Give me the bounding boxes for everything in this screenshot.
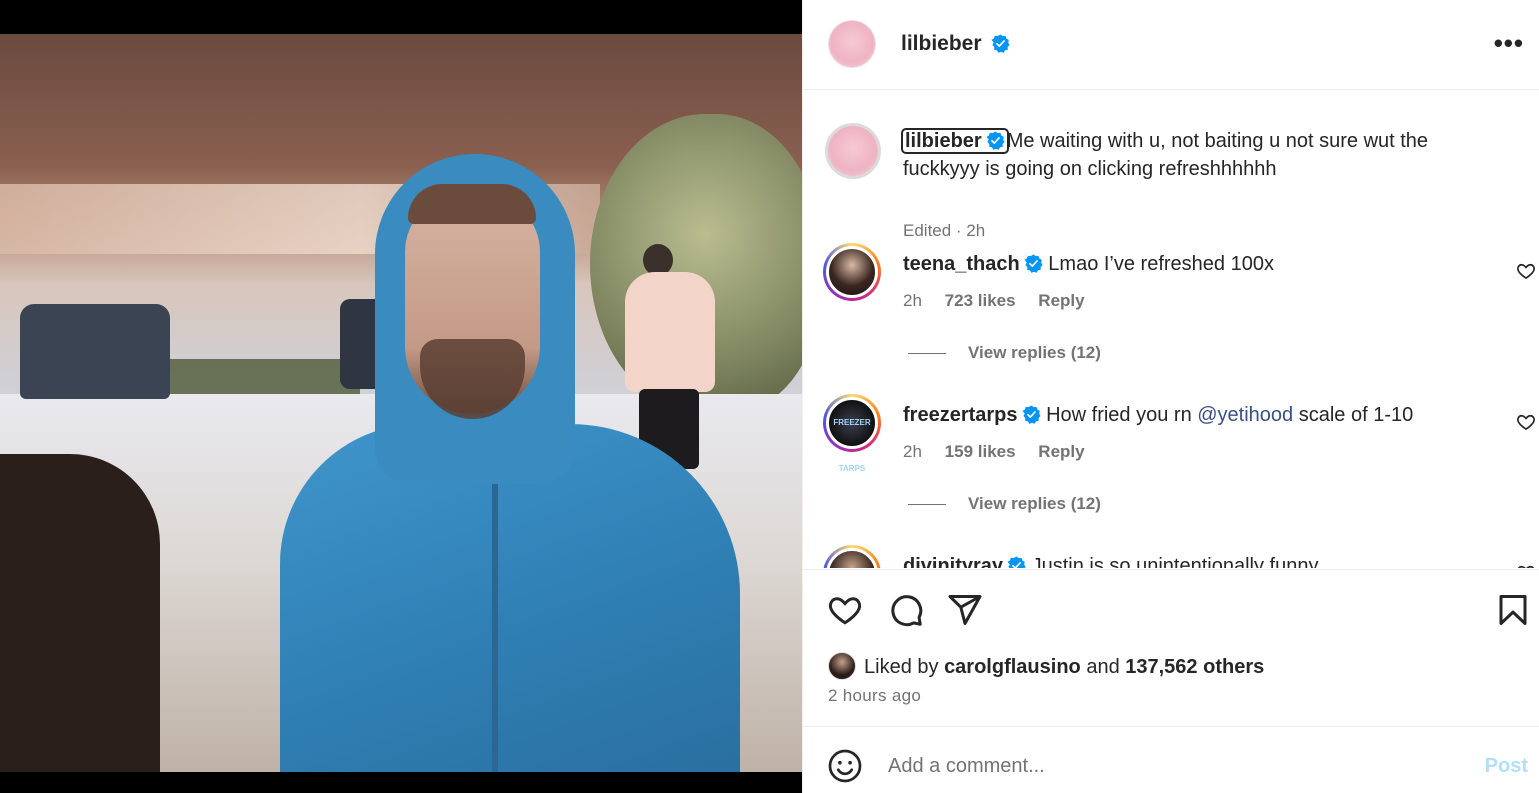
comment-item: divinityray Justin is so unintentionally… — [823, 545, 1538, 568]
replies-divider — [908, 353, 946, 355]
comment-likes[interactable]: 723 likes — [945, 291, 1016, 310]
verified-badge-icon — [1024, 254, 1043, 273]
reply-button[interactable]: Reply — [1038, 442, 1084, 461]
post-header: lilbieber ••• — [803, 0, 1539, 90]
comment-like-heart-icon[interactable] — [1516, 261, 1536, 281]
caption-text: lilbieber Me waiting with u, not baiting … — [901, 127, 1483, 183]
post-video[interactable] — [0, 34, 802, 772]
comment-time: 2h — [903, 291, 922, 310]
bookmark-icon[interactable] — [1495, 592, 1531, 628]
comment-avatar[interactable] — [823, 545, 881, 568]
verified-badge-icon — [1021, 405, 1041, 424]
liker-username[interactable]: carolgflausino — [944, 656, 1081, 678]
liker-avatar[interactable] — [828, 652, 856, 680]
caption-avatar[interactable] — [825, 123, 881, 179]
comment-text: freezertarps How fried you rn @yetihood … — [903, 402, 1483, 428]
verified-badge-icon — [986, 131, 1005, 150]
post-media[interactable] — [0, 0, 802, 793]
comments-list[interactable]: lilbieber Me waiting with u, not baiting … — [803, 91, 1539, 568]
comment-item: teena_thach Lmao I’ve refreshed 100x 2h … — [823, 243, 1538, 383]
liked-by-and: and — [1080, 656, 1126, 678]
comment-username[interactable]: freezertarps — [903, 404, 1018, 426]
author-username-row[interactable]: lilbieber — [901, 32, 1010, 56]
author-avatar[interactable] — [828, 20, 876, 68]
fg-shadow-figure — [0, 454, 160, 772]
comment-item: FREEZER TARPS freezertarps How fried you… — [823, 394, 1538, 534]
hooded-person — [280, 154, 740, 772]
post-side-panel: lilbieber ••• lilbieber Me waiting with u… — [802, 0, 1539, 793]
comment-username[interactable]: teena_thach — [903, 253, 1020, 275]
emoji-icon[interactable] — [827, 748, 863, 784]
liked-by-prefix: Liked by — [864, 656, 945, 678]
likes-count[interactable]: 137,562 others — [1125, 656, 1264, 678]
author-username[interactable]: lilbieber — [901, 32, 982, 55]
caption-meta: Edited · 2h — [903, 221, 986, 240]
verified-badge-icon — [991, 34, 1010, 53]
view-replies-button[interactable]: View replies (12) — [908, 343, 1101, 363]
replies-divider — [908, 504, 946, 506]
comment-meta: 2h 723 likes Reply — [903, 291, 1103, 311]
comment-text: divinityray Justin is so unintentionally… — [903, 553, 1483, 568]
heart-icon[interactable] — [827, 592, 863, 628]
comment-body: Lmao I’ve refreshed 100x — [1048, 253, 1274, 275]
bg-car — [20, 304, 170, 399]
comment-like-heart-icon[interactable] — [1516, 412, 1536, 432]
add-comment-bar: Post — [803, 728, 1539, 793]
comment-like-heart-icon[interactable] — [1516, 563, 1536, 568]
post-actions: Liked by carolgflausino and 137,562 othe… — [803, 569, 1539, 727]
comment-avatar[interactable]: FREEZER TARPS — [823, 394, 881, 473]
post-comment-button[interactable]: Post — [1485, 755, 1528, 778]
view-replies-button[interactable]: View replies (12) — [908, 494, 1101, 514]
reply-button[interactable]: Reply — [1038, 291, 1084, 310]
more-options-icon[interactable]: ••• — [1494, 28, 1524, 59]
comment-icon[interactable] — [888, 592, 924, 628]
comment-input[interactable] — [888, 750, 1448, 782]
comment-likes[interactable]: 159 likes — [945, 442, 1016, 461]
share-icon[interactable] — [947, 592, 983, 628]
mention-link[interactable]: @yetihood — [1197, 404, 1293, 426]
comment-body: Justin is so unintentionally funny — [1031, 555, 1319, 568]
verified-badge-icon — [1007, 556, 1026, 568]
caption-username[interactable]: lilbieber — [901, 128, 1009, 154]
comment-text: teena_thach Lmao I’ve refreshed 100x — [903, 251, 1483, 277]
comment-username[interactable]: divinityray — [903, 555, 1003, 568]
comment-body-end: scale of 1-10 — [1293, 404, 1414, 426]
post-time[interactable]: 2 hours ago — [828, 686, 921, 706]
comment-meta: 2h 159 likes Reply — [903, 442, 1103, 462]
liked-by: Liked by carolgflausino and 137,562 othe… — [828, 652, 1264, 680]
comment-time: 2h — [903, 442, 922, 461]
comment-body: How fried you rn — [1046, 404, 1198, 426]
comment-avatar[interactable] — [823, 243, 881, 301]
